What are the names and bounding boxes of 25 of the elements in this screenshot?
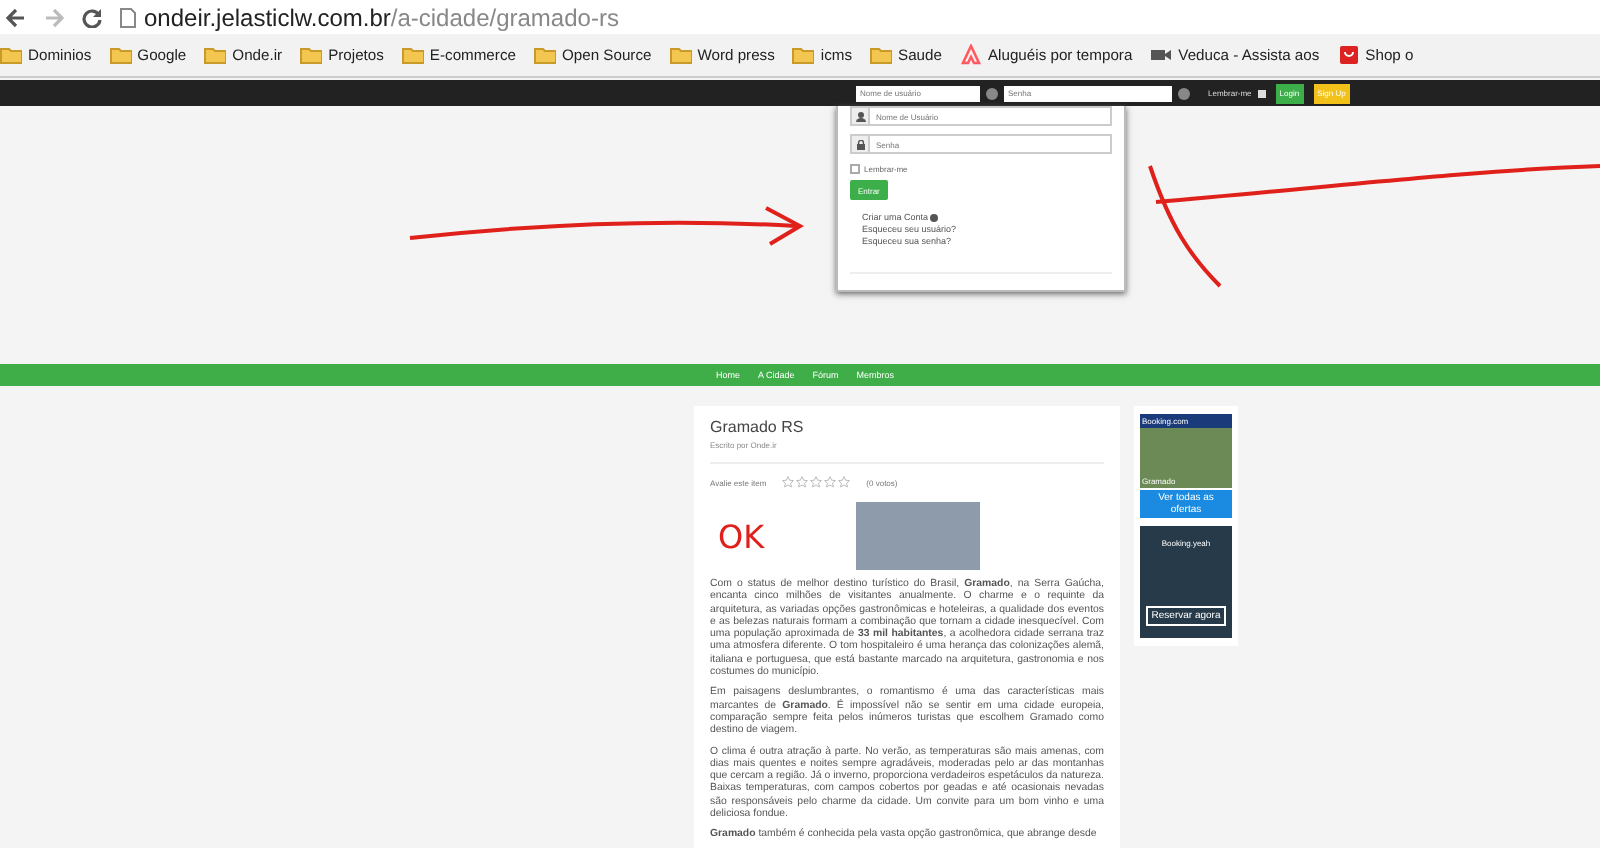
camera-icon [1150, 44, 1173, 66]
folder-icon [792, 44, 815, 66]
star-rating[interactable] [782, 476, 851, 488]
photo-placeholder [856, 502, 980, 570]
page-icon [120, 7, 136, 27]
folder-icon [870, 44, 893, 66]
lock-icon [855, 139, 865, 149]
article-title: Gramado RS [710, 418, 806, 436]
back-icon[interactable] [6, 7, 26, 27]
checkbox[interactable] [850, 164, 860, 174]
folder-icon [109, 44, 132, 66]
shop-bag-icon [1337, 44, 1360, 66]
user-icon [855, 111, 865, 121]
folder-icon [300, 44, 323, 66]
folder-icon [204, 44, 227, 66]
address-bar[interactable]: ondeir.jelasticlw.com.br/a-cidade/gramado-rs [120, 1, 619, 33]
url-text: ondeir.jelasticlw.com.br/a-cidade/gramado-rs [144, 3, 619, 31]
folder-icon [401, 44, 424, 66]
folder-icon [533, 44, 556, 66]
handwritten-note: OK [716, 517, 767, 555]
folder-icon [669, 44, 692, 66]
checkbox-icon[interactable] [1257, 89, 1266, 97]
loop-logo-icon [959, 44, 982, 66]
reload-icon[interactable] [82, 7, 102, 27]
folder-icon [0, 44, 22, 66]
